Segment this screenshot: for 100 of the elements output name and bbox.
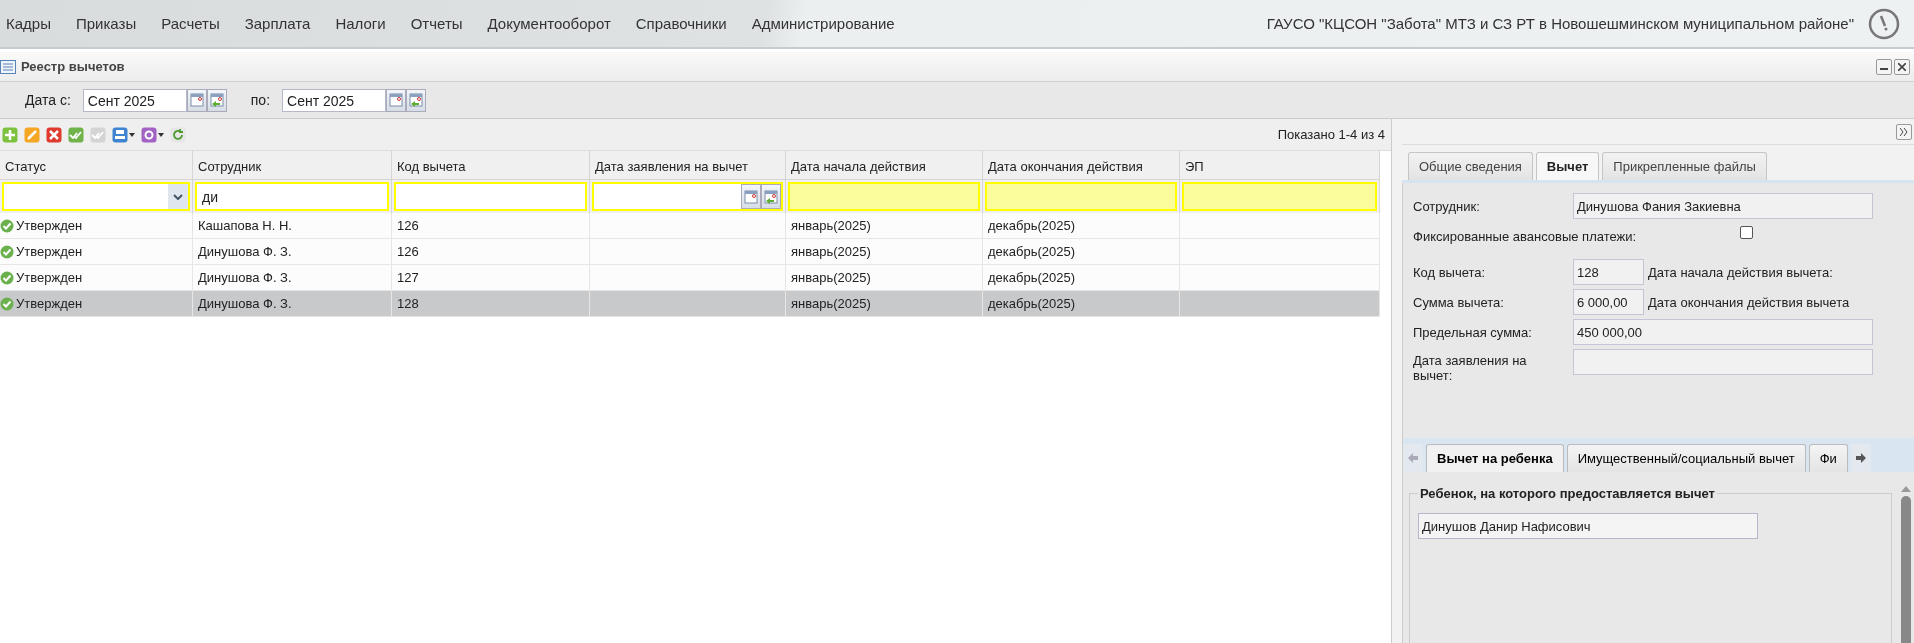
calendar-icon xyxy=(189,93,204,107)
table-row-status-cell[interactable]: Утвержден xyxy=(0,213,193,239)
fieldset-legend: Ребенок, на которого предоставляется вычет xyxy=(1418,486,1717,501)
column-header[interactable]: Дата окончания действия xyxy=(983,151,1180,180)
menu-item[interactable]: Документооборот xyxy=(487,15,624,32)
minimize-button[interactable] xyxy=(1876,58,1892,75)
table-cell: декабрь(2025) xyxy=(983,291,1180,317)
scroll-up-icon[interactable] xyxy=(1901,486,1911,492)
column-header[interactable]: Дата заявления на вычет xyxy=(590,151,786,180)
field-label: Дата заявления на вычет: xyxy=(1413,353,1528,383)
chevron-down-icon xyxy=(173,193,183,200)
scrollbar-thumb[interactable] xyxy=(1901,496,1911,643)
menu-item[interactable]: Администрирование xyxy=(751,15,908,32)
table-cell: январь(2025) xyxy=(786,213,983,239)
filter-field[interactable]: ди xyxy=(195,182,389,211)
pager-text: Показано 1-4 из 4 xyxy=(1277,127,1385,142)
column-header[interactable]: Статус xyxy=(0,151,193,180)
table-cell: декабрь(2025) xyxy=(983,239,1180,265)
table-row-status-cell[interactable]: Утвержден xyxy=(0,291,193,317)
field-label: Сумма вычета: xyxy=(1413,294,1505,310)
tab[interactable]: Вычет на ребенка xyxy=(1426,444,1564,472)
caret-icon xyxy=(129,132,135,137)
text-field[interactable]: 450 000,00 xyxy=(1573,319,1873,345)
date-field[interactable] xyxy=(1573,349,1873,375)
check-circle-icon xyxy=(0,218,14,233)
table-cell: Динушова Ф. З. xyxy=(193,239,392,265)
field-label: Дата с: xyxy=(25,92,71,108)
unapprove-button[interactable] xyxy=(90,125,106,144)
menu-item[interactable]: Налоги xyxy=(335,15,399,32)
table-cell: январь(2025) xyxy=(786,291,983,317)
table-row-status-cell[interactable]: Утвержден xyxy=(0,239,193,265)
column-header[interactable]: Сотрудник xyxy=(193,151,392,180)
date-field[interactable]: Сент 2025 xyxy=(282,88,387,112)
menu-item[interactable]: Приказы xyxy=(75,15,150,32)
delete-button[interactable] xyxy=(46,125,62,144)
scroll-right-button[interactable] xyxy=(1850,444,1871,472)
date-filter-field[interactable] xyxy=(592,182,783,211)
window-title: Реестр вычетов xyxy=(21,59,125,74)
tab[interactable]: Имущественный/социальный вычет xyxy=(1566,444,1806,472)
scroll-left-button[interactable] xyxy=(1403,444,1423,472)
field-label: Код вычета: xyxy=(1413,264,1487,280)
field-label: Фиксированные авансовые платежи: xyxy=(1413,228,1637,244)
menu-item[interactable]: Зарплата xyxy=(244,15,324,32)
status-text: Утвержден xyxy=(16,218,83,233)
field-label: Дата начала действия вычета: xyxy=(1648,264,1833,280)
calendar-button[interactable] xyxy=(186,88,207,112)
tab[interactable]: Общие сведения xyxy=(1408,152,1533,180)
calendar-arrow-button[interactable] xyxy=(406,88,427,112)
tab[interactable]: Вычет xyxy=(1535,152,1600,180)
menu-item[interactable]: Кадры xyxy=(6,15,64,32)
column-header[interactable]: Дата начала действия xyxy=(786,151,983,180)
table-cell: 126 xyxy=(392,239,590,265)
menu-item[interactable]: Расчеты xyxy=(161,15,233,32)
calendar-button[interactable] xyxy=(741,184,761,209)
add-button[interactable] xyxy=(2,125,18,144)
close-button[interactable] xyxy=(1894,58,1910,75)
table-cell: январь(2025) xyxy=(786,265,983,291)
printer-icon xyxy=(112,126,128,143)
caret-icon xyxy=(158,132,164,137)
table-cell: Динушова Ф. З. xyxy=(193,291,392,317)
double-check-icon xyxy=(68,126,84,143)
text-field[interactable]: 6 000,00 xyxy=(1573,289,1644,315)
approve-button[interactable] xyxy=(68,125,84,144)
edit-button[interactable] xyxy=(24,125,40,144)
table-cell: 127 xyxy=(392,265,590,291)
menu-item[interactable]: Отчеты xyxy=(410,15,476,32)
calendar-arrow-button[interactable] xyxy=(761,184,781,209)
calendar-icon xyxy=(744,189,758,204)
filter-field[interactable] xyxy=(1182,182,1377,211)
menu-item[interactable]: Справочники xyxy=(635,15,740,32)
column-header[interactable]: Код вычета xyxy=(392,151,590,180)
calendar-arrow-button[interactable] xyxy=(206,88,227,112)
settings-button[interactable] xyxy=(141,125,164,144)
refresh-icon xyxy=(170,126,186,143)
field-label: по: xyxy=(250,92,271,108)
refresh-button[interactable] xyxy=(170,125,186,144)
text-field[interactable]: Динушова Фания Закиевна xyxy=(1573,193,1873,219)
arrow-left-icon xyxy=(1408,453,1418,463)
text-field[interactable]: Динушов Данир Нафисович xyxy=(1418,513,1758,539)
status-text: Утвержден xyxy=(16,270,83,285)
checkbox[interactable] xyxy=(1740,225,1754,239)
filter-field[interactable] xyxy=(394,182,587,211)
tab[interactable]: Фи xyxy=(1808,444,1848,472)
check-circle-icon xyxy=(0,244,14,259)
status-text: Утвержден xyxy=(16,296,83,311)
tab[interactable]: Прикрепленные файлы xyxy=(1602,152,1767,180)
filter-field[interactable] xyxy=(788,182,980,211)
field-label: Предельная сумма: xyxy=(1413,324,1533,340)
table-cell: 128 xyxy=(392,291,590,317)
expand-button[interactable] xyxy=(1896,123,1912,140)
column-header[interactable]: ЭП xyxy=(1180,151,1380,180)
table-cell: Динушова Ф. З. xyxy=(193,265,392,291)
print-button[interactable] xyxy=(112,125,135,144)
check-circle-icon xyxy=(0,270,14,285)
calendar-button[interactable] xyxy=(386,88,407,112)
filter-field[interactable] xyxy=(985,182,1177,211)
text-field[interactable]: 128 xyxy=(1573,259,1644,285)
field-label: Сотрудник: xyxy=(1413,198,1481,214)
date-field[interactable]: Сент 2025 xyxy=(82,88,187,112)
table-row-status-cell[interactable]: Утвержден xyxy=(0,265,193,291)
